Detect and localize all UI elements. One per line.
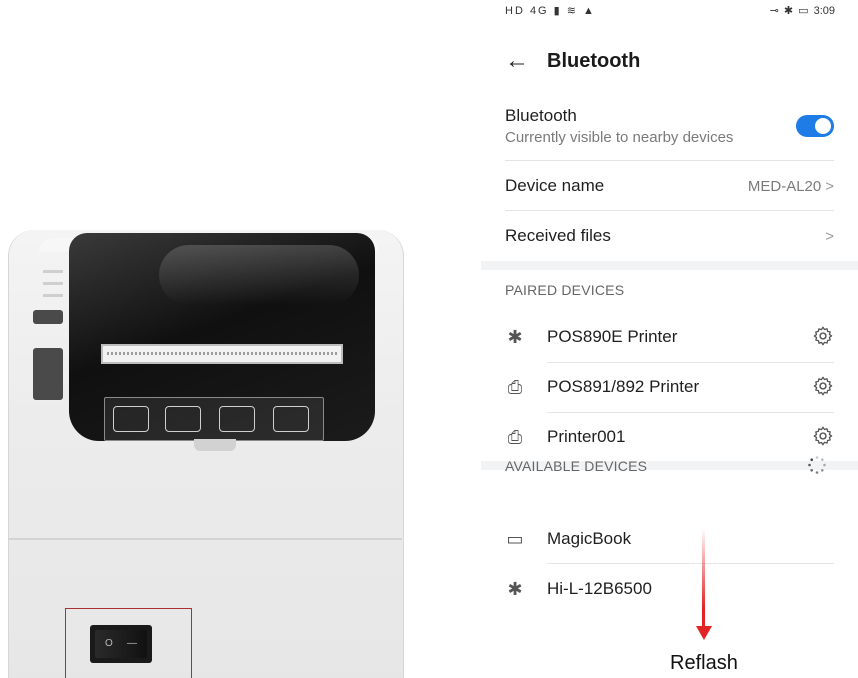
bluetooth-label: Bluetooth — [505, 106, 577, 125]
paper-slot — [101, 344, 343, 364]
page-title: Bluetooth — [547, 50, 641, 72]
gear-icon[interactable] — [812, 375, 834, 397]
front-seam — [8, 538, 402, 540]
annotation-arrow-head — [696, 626, 712, 640]
lid-release-button — [33, 348, 63, 400]
divider — [505, 160, 834, 161]
sticker-figure — [273, 406, 309, 432]
device-name: Printer001 — [547, 427, 626, 446]
phone-screen: HD 4G ▮ ≋ ▲ ⊸ ✱ ▭ 3:09 ← Bluetooth Bluet… — [481, 0, 858, 678]
reflash-annotation-label: Reflash — [670, 652, 738, 674]
gear-icon[interactable] — [812, 325, 834, 347]
status-left-icons: HD 4G ▮ ≋ ▲ — [505, 5, 596, 17]
paired-device-row[interactable]: ⎙ Printer001 — [505, 413, 834, 463]
available-device-row[interactable]: ▭ MagicBook — [505, 515, 834, 565]
status-right-icons: ⊸ ✱ ▭ — [769, 5, 810, 17]
device-name: POS890E Printer — [547, 327, 678, 346]
sticker-figure — [165, 406, 201, 432]
bluetooth-visibility-text: Currently visible to nearby devices — [505, 129, 734, 146]
bluetooth-switch[interactable] — [796, 115, 834, 137]
printer-photo: O — — [0, 225, 408, 678]
bluetooth-toggle-row[interactable]: Bluetooth Currently visible to nearby de… — [505, 106, 834, 146]
divider — [547, 563, 834, 564]
loading-spinner-icon — [808, 456, 826, 474]
device-name: Hi-L-12B6500 — [547, 579, 652, 598]
device-name: POS891/892 Printer — [547, 377, 700, 396]
instruction-sticker — [104, 397, 324, 441]
side-vent — [43, 282, 63, 285]
top-bar: ← Bluetooth — [505, 44, 835, 80]
paired-device-row[interactable]: ✱ POS890E Printer — [505, 313, 834, 363]
annotation-arrow-shaft — [702, 528, 705, 628]
received-files-chevron-wrap: > — [821, 228, 834, 245]
sticker-figure — [219, 406, 255, 432]
lid-tab — [194, 439, 236, 451]
device-name-value: MED-AL20 — [747, 178, 822, 195]
available-devices-header: AVAILABLE DEVICES — [505, 458, 648, 474]
section-gap — [481, 261, 858, 270]
switch-knob — [815, 118, 831, 134]
lid-shine — [159, 245, 359, 305]
available-device-row[interactable]: ✱ Hi-L-12B6500 — [505, 565, 834, 615]
chevron-right-icon: > — [825, 178, 834, 195]
divider — [505, 210, 834, 211]
device-name: MagicBook — [547, 529, 632, 548]
printer-icon: ⎙ — [507, 427, 523, 447]
arrow-left-icon[interactable]: ← — [505, 46, 529, 76]
chevron-right-icon: > — [825, 228, 834, 245]
paired-devices-header: PAIRED DEVICES — [505, 282, 625, 298]
gear-icon[interactable] — [812, 425, 834, 447]
status-right: ⊸ ✱ ▭ 3:09 — [770, 4, 835, 17]
device-name-value-wrap: MED-AL20 > — [748, 178, 834, 195]
received-files-row[interactable]: Received files — [505, 226, 834, 250]
bluetooth-icon: ✱ — [507, 327, 523, 347]
side-vent — [43, 270, 63, 273]
printer-icon: ⎙ — [507, 377, 523, 397]
laptop-icon: ▭ — [506, 529, 524, 549]
status-time: 3:09 — [813, 5, 835, 17]
sticker-figure — [113, 406, 149, 432]
paired-device-row[interactable]: ⎙ POS891/892 Printer — [505, 363, 834, 413]
bluetooth-icon: ✱ — [507, 579, 523, 599]
power-switch-highlight — [65, 608, 192, 678]
received-files-label: Received files — [505, 226, 611, 245]
side-vent — [43, 294, 63, 297]
feed-button — [33, 310, 63, 324]
status-bar: HD 4G ▮ ≋ ▲ ⊸ ✱ ▭ 3:09 — [505, 0, 835, 22]
